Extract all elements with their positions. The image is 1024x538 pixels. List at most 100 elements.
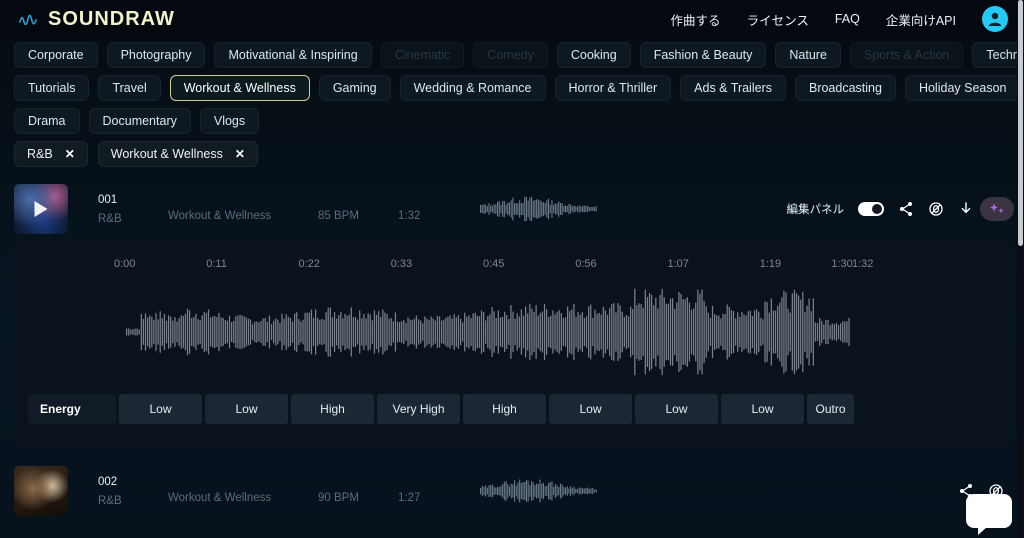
- ruler-tick: 0:00: [114, 258, 136, 270]
- app-page: SOUNDRAW 作曲する ライセンス FAQ 企業向けAPI Corporat…: [0, 0, 1024, 538]
- energy-segment[interactable]: High: [291, 394, 374, 424]
- main-nav: 作曲する ライセンス FAQ 企業向けAPI: [671, 6, 1008, 32]
- track-thumbnail[interactable]: [14, 466, 68, 516]
- track-number: 002: [98, 475, 118, 488]
- page-scrollbar[interactable]: [1017, 0, 1024, 538]
- genre-tag: Comedy: [473, 42, 548, 68]
- ai-sparkle-badge[interactable]: [980, 197, 1014, 221]
- filter-chip-label: Workout & Wellness: [110, 147, 223, 161]
- user-avatar-icon: [988, 12, 1002, 26]
- sparkle-icon: [990, 203, 1004, 214]
- track-duration: 1:32: [398, 210, 421, 222]
- genre-tag[interactable]: Gaming: [318, 75, 391, 101]
- genre-tag-area: Corporate Photography Motivational & Inspi…: [0, 42, 1024, 167]
- soundwave-logo-icon: [19, 14, 37, 26]
- genre-tag[interactable]: Cooking: [556, 42, 631, 68]
- genre-tag[interactable]: Workout & Wellness: [169, 75, 310, 101]
- filter-chip[interactable]: Workout & Wellness ✕: [97, 141, 258, 167]
- edit-panel-toggle[interactable]: [858, 202, 884, 216]
- ruler-tick: 0:33: [390, 258, 413, 270]
- energy-segment[interactable]: Very High: [377, 394, 460, 424]
- track-row[interactable]: 002 R&B Workout & Wellness 90 BPM 1:27: [14, 462, 1010, 520]
- genre-tag[interactable]: Travel: [98, 75, 161, 101]
- ruler-tick: 0:45: [483, 258, 505, 270]
- genre-tag[interactable]: Horror & Thriller: [554, 75, 672, 101]
- track-identity: 001 R&B: [98, 194, 168, 225]
- nav-item-enterprise-api[interactable]: 企業向けAPI: [886, 10, 956, 29]
- no-vocal-icon[interactable]: [928, 201, 944, 217]
- track-actions: 編集パネル: [787, 201, 1011, 217]
- track-mini-waveform: [480, 196, 597, 222]
- ruler-tick: 1:19: [759, 258, 782, 270]
- track-genre: R&B: [98, 494, 122, 507]
- ruler-tick: 0:22: [298, 258, 320, 270]
- genre-tag[interactable]: Fashion & Beauty: [639, 42, 767, 68]
- track-editor-panel: 0:00 0:11 0:22 0:33 0:45 0:56 1:07 1:19 1:30 1:32…: [14, 240, 1010, 450]
- filter-chip[interactable]: R&B ✕: [14, 141, 88, 167]
- track-category: Workout & Wellness: [168, 210, 272, 222]
- genre-tag[interactable]: Photography: [106, 42, 206, 68]
- genre-tag[interactable]: Vlogs: [199, 108, 260, 134]
- chat-bubble-icon[interactable]: [966, 494, 1012, 535]
- download-icon[interactable]: [958, 201, 974, 217]
- track-genre: R&B: [98, 212, 122, 225]
- share-icon[interactable]: [898, 201, 914, 217]
- ruler-tick: 1:32: [852, 258, 874, 270]
- ruler-tick: 1:07: [667, 258, 689, 270]
- scrollbar-thumb[interactable]: [1018, 0, 1023, 246]
- filter-chip-label: R&B: [27, 147, 53, 161]
- energy-segment[interactable]: High: [463, 394, 546, 424]
- avatar[interactable]: [982, 6, 1008, 32]
- timeline-ruler: 0:00 0:11 0:22 0:33 0:45 0:56 1:07 1:19 1:30 1:32: [14, 252, 1010, 278]
- track-thumbnail[interactable]: [14, 184, 68, 234]
- energy-segment[interactable]: Low: [549, 394, 632, 424]
- track-mini-waveform: [480, 479, 597, 503]
- genre-tag[interactable]: Ads & Trailers: [680, 75, 786, 101]
- track-row-partial[interactable]: [14, 524, 1010, 538]
- energy-segment[interactable]: Low: [635, 394, 718, 424]
- waveform-area[interactable]: [14, 286, 1010, 378]
- energy-segment[interactable]: Low: [205, 394, 288, 424]
- ruler-tick: 1:30: [831, 258, 853, 270]
- genre-tag[interactable]: Wedding & Romance: [399, 75, 546, 101]
- genre-tag[interactable]: Motivational & Inspiring: [214, 42, 372, 68]
- ruler-tick: 0:11: [206, 258, 227, 270]
- top-header: SOUNDRAW 作曲する ライセンス FAQ 企業向けAPI: [0, 0, 1024, 38]
- genre-tag[interactable]: Drama: [14, 108, 80, 134]
- logo-text: SOUNDRAW: [48, 7, 175, 30]
- energy-track: Energy Low Low High Very High High Low Low Low O…: [14, 394, 1010, 424]
- energy-segment[interactable]: Outro: [807, 394, 854, 424]
- genre-tag[interactable]: Corporate: [14, 42, 98, 68]
- nav-item-create[interactable]: 作曲する: [671, 10, 721, 29]
- play-icon[interactable]: [34, 201, 48, 217]
- tag-row-3: Drama Documentary Vlogs: [14, 108, 1010, 134]
- track-category: Workout & Wellness: [168, 492, 272, 504]
- genre-tag[interactable]: Documentary: [88, 108, 191, 134]
- ruler-tick: 0:56: [575, 258, 597, 270]
- genre-tag[interactable]: Tutorials: [14, 75, 90, 101]
- track-bpm: 90 BPM: [318, 492, 359, 504]
- genre-tag: Cinematic: [380, 42, 465, 68]
- active-filter-chips: R&B ✕ Workout & Wellness ✕: [14, 141, 1010, 167]
- tag-row-1: Corporate Photography Motivational & Inspi…: [14, 42, 1024, 68]
- energy-segment[interactable]: Low: [721, 394, 804, 424]
- nav-item-faq[interactable]: FAQ: [835, 12, 860, 26]
- genre-tag[interactable]: Nature: [775, 42, 841, 68]
- genre-tag[interactable]: Holiday Season: [904, 75, 1021, 101]
- genre-tag[interactable]: Broadcasting: [794, 75, 896, 101]
- nav-item-license[interactable]: ライセンス: [747, 10, 809, 29]
- close-icon[interactable]: ✕: [235, 147, 245, 161]
- track-number: 001: [98, 193, 118, 206]
- edit-panel-label: 編集パネル: [786, 204, 845, 216]
- close-icon[interactable]: ✕: [65, 147, 75, 161]
- track-row[interactable]: 001 R&B Workout & Wellness 85 BPM 1:32 編…: [14, 180, 1014, 238]
- tag-row-2: Tutorials Travel Workout & Wellness Gaming W…: [14, 75, 1021, 101]
- track-identity: 002 R&B: [98, 476, 168, 507]
- brand-logo[interactable]: SOUNDRAW: [18, 8, 175, 31]
- energy-label: Energy: [28, 394, 116, 424]
- main-waveform: [126, 288, 850, 376]
- energy-segment[interactable]: Low: [119, 394, 202, 424]
- genre-tag: Sports & Action: [849, 42, 964, 68]
- track-bpm: 85 BPM: [318, 210, 359, 222]
- track-duration: 1:27: [398, 492, 421, 504]
